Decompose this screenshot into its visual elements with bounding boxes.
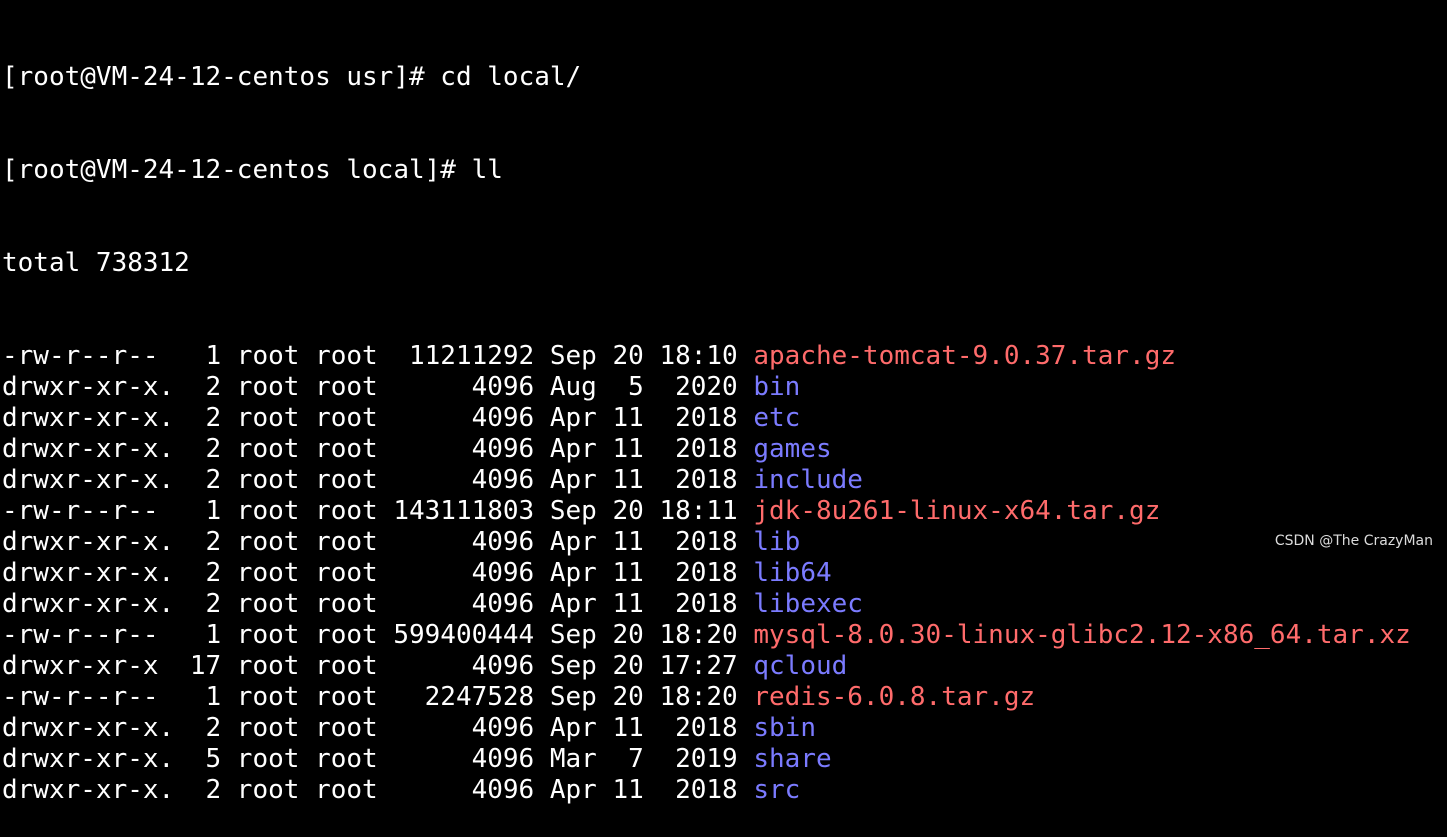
entry-meta: drwxr-xr-x. 2 root root 4096 Aug 5 2020 xyxy=(2,372,754,402)
entry-meta: drwxr-xr-x 17 root root 4096 Sep 20 17:2… xyxy=(2,651,754,681)
directory-name: games xyxy=(753,434,832,464)
entry-meta: drwxr-xr-x. 2 root root 4096 Apr 11 2018 xyxy=(2,713,754,743)
entry-meta: drwxr-xr-x. 2 root root 4096 Apr 11 2018 xyxy=(2,403,754,433)
listing-row: drwxr-xr-x. 2 root root 4096 Apr 11 2018… xyxy=(2,465,1442,496)
listing-row: drwxr-xr-x. 2 root root 4096 Apr 11 2018… xyxy=(2,589,1442,620)
total-line: total 738312 xyxy=(2,248,190,278)
prompt-line: [root@VM-24-12-centos local]# ll xyxy=(2,155,1442,186)
listing-row: drwxr-xr-x. 2 root root 4096 Apr 11 2018… xyxy=(2,527,1442,558)
archive-file-name: apache-tomcat-9.0.37.tar.gz xyxy=(753,341,1176,371)
command-text: cd local/ xyxy=(440,62,582,92)
entry-meta: drwxr-xr-x. 5 root root 4096 Mar 7 2019 xyxy=(2,744,754,774)
entry-meta: drwxr-xr-x. 2 root root 4096 Apr 11 2018 xyxy=(2,527,754,557)
directory-name: share xyxy=(753,744,832,774)
archive-file-name: redis-6.0.8.tar.gz xyxy=(753,682,1036,712)
directory-name: sbin xyxy=(753,713,816,743)
entry-meta: drwxr-xr-x. 2 root root 4096 Apr 11 2018 xyxy=(2,558,754,588)
directory-name: include xyxy=(753,465,863,495)
listing-row: drwxr-xr-x. 2 root root 4096 Apr 11 2018… xyxy=(2,713,1442,744)
entry-meta: drwxr-xr-x. 2 root root 4096 Apr 11 2018 xyxy=(2,465,754,495)
entry-meta: drwxr-xr-x. 2 root root 4096 Apr 11 2018 xyxy=(2,434,754,464)
listing-row: drwxr-xr-x. 2 root root 4096 Apr 11 2018… xyxy=(2,434,1442,465)
entry-meta: drwxr-xr-x. 2 root root 4096 Apr 11 2018 xyxy=(2,589,754,619)
directory-name: qcloud xyxy=(753,651,848,681)
entry-meta: drwxr-xr-x. 2 root root 4096 Apr 11 2018 xyxy=(2,775,754,805)
directory-name: src xyxy=(753,775,801,805)
directory-name: bin xyxy=(753,372,801,402)
listing-row: drwxr-xr-x. 5 root root 4096 Mar 7 2019 … xyxy=(2,744,1442,775)
directory-name: lib64 xyxy=(753,558,832,588)
entry-meta: -rw-r--r-- 1 root root 11211292 Sep 20 1… xyxy=(2,341,754,371)
archive-file-name: jdk-8u261-linux-x64.tar.gz xyxy=(753,496,1161,526)
file-listing: -rw-r--r-- 1 root root 11211292 Sep 20 1… xyxy=(2,341,1442,806)
entry-meta: -rw-r--r-- 1 root root 599400444 Sep 20 … xyxy=(2,620,754,650)
listing-row: -rw-r--r-- 1 root root 2247528 Sep 20 18… xyxy=(2,682,1442,713)
directory-name: libexec xyxy=(753,589,863,619)
shell-prompt: [root@VM-24-12-centos local]# xyxy=(2,155,472,185)
directory-name: etc xyxy=(753,403,801,433)
listing-row: drwxr-xr-x. 2 root root 4096 Aug 5 2020 … xyxy=(2,372,1442,403)
directory-name: lib xyxy=(753,527,801,557)
entry-meta: -rw-r--r-- 1 root root 2247528 Sep 20 18… xyxy=(2,682,754,712)
entry-meta: -rw-r--r-- 1 root root 143111803 Sep 20 … xyxy=(2,496,754,526)
watermark: CSDN @The CrazyMan xyxy=(1274,533,1433,549)
prompt-line: [root@VM-24-12-centos usr]# cd local/ xyxy=(2,62,1442,93)
command-text: ll xyxy=(471,155,503,185)
archive-file-name: mysql-8.0.30-linux-glibc2.12-x86_64.tar.… xyxy=(753,620,1411,650)
listing-row: -rw-r--r-- 1 root root 11211292 Sep 20 1… xyxy=(2,341,1442,372)
listing-row: drwxr-xr-x. 2 root root 4096 Apr 11 2018… xyxy=(2,403,1442,434)
terminal-output[interactable]: [root@VM-24-12-centos usr]# cd local/ [r… xyxy=(2,0,1442,837)
shell-prompt: [root@VM-24-12-centos usr]# xyxy=(2,62,441,92)
listing-row: drwxr-xr-x 17 root root 4096 Sep 20 17:2… xyxy=(2,651,1442,682)
listing-row: drwxr-xr-x. 2 root root 4096 Apr 11 2018… xyxy=(2,775,1442,806)
listing-row: -rw-r--r-- 1 root root 599400444 Sep 20 … xyxy=(2,620,1442,651)
listing-row: drwxr-xr-x. 2 root root 4096 Apr 11 2018… xyxy=(2,558,1442,589)
listing-row: -rw-r--r-- 1 root root 143111803 Sep 20 … xyxy=(2,496,1442,527)
